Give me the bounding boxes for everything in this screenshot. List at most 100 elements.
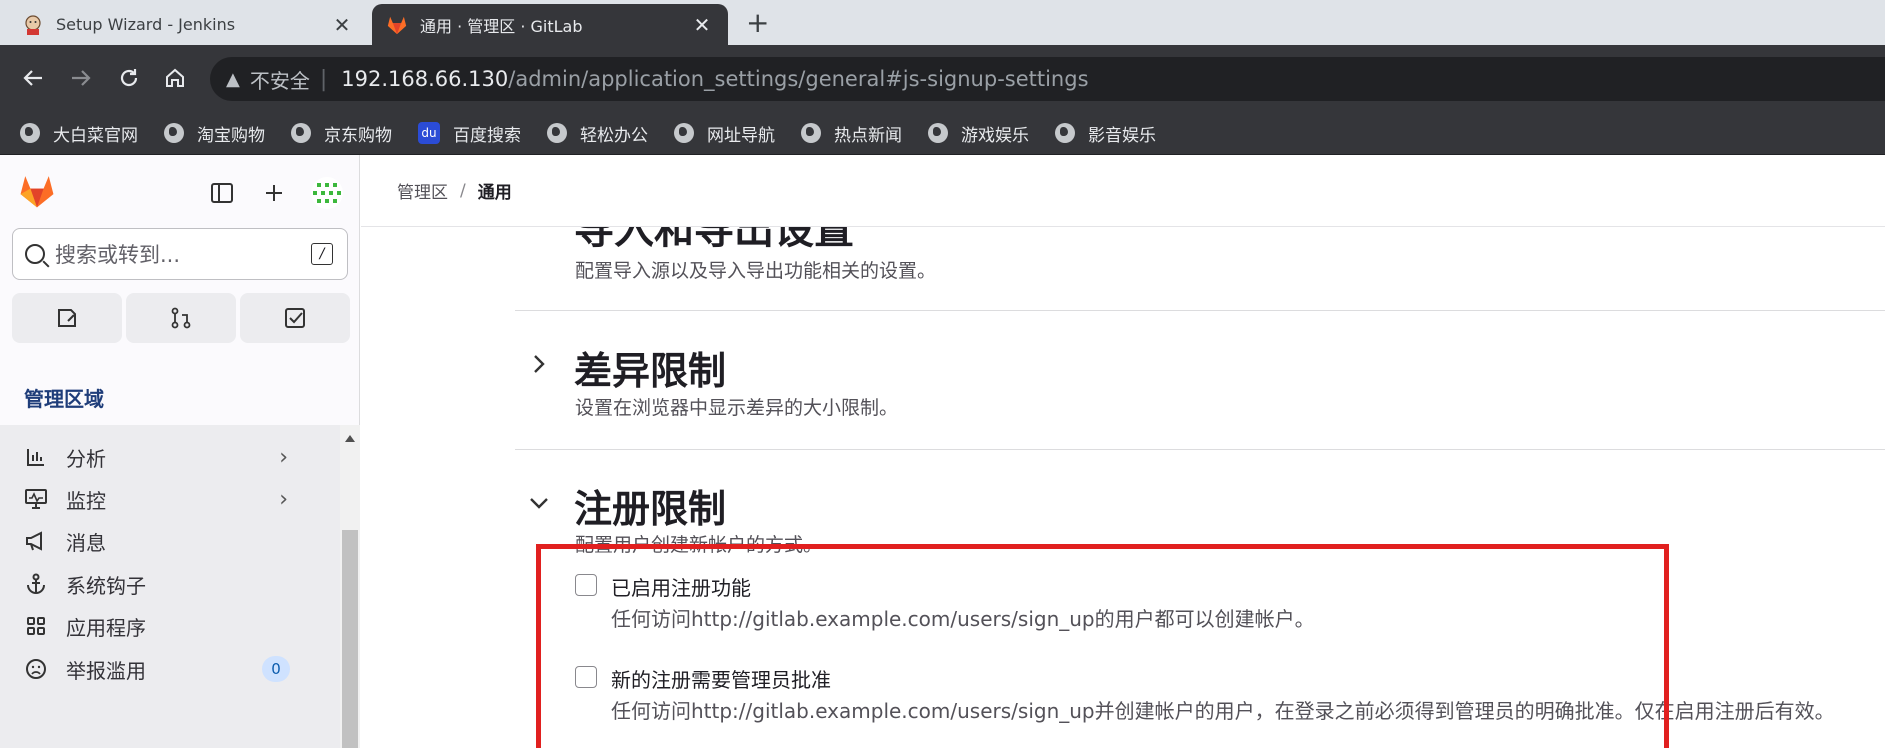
back-icon[interactable]: [18, 61, 48, 95]
admin-approval-label[interactable]: 新的注册需要管理员批准: [611, 664, 831, 693]
bookmark-label: 影音娱乐: [1088, 125, 1156, 146]
sidebar-item-label: 消息: [66, 530, 106, 555]
home-icon[interactable]: [160, 61, 190, 95]
issues-button[interactable]: [12, 293, 122, 343]
sidebar-item-analytics[interactable]: 分析 ›: [0, 433, 340, 481]
chevron-right-icon: ›: [279, 486, 288, 512]
sidebar-item-applications[interactable]: 应用程序: [0, 602, 340, 650]
bookmark-item[interactable]: 网址导航: [674, 121, 775, 146]
bookmark-label: 大白菜官网: [53, 125, 138, 146]
sad-face-icon: [24, 657, 48, 681]
globe-icon: [1055, 123, 1075, 143]
warning-icon: ▲: [226, 68, 240, 90]
bookmark-label: 百度搜索: [453, 125, 521, 146]
monitor-icon: [24, 487, 48, 511]
admin-approval-checkbox[interactable]: [575, 666, 597, 688]
search-input[interactable]: 搜索或转到... /: [12, 228, 348, 280]
diff-limits-description: 设置在浏览器中显示差异的大小限制。: [575, 397, 899, 419]
scroll-up-arrow-icon[interactable]: [345, 435, 355, 442]
bookmark-label: 热点新闻: [834, 125, 902, 146]
sidebar-item-messages[interactable]: 消息: [0, 517, 340, 565]
bookmark-label: 游戏娱乐: [961, 125, 1029, 146]
signup-enabled-label[interactable]: 已启用注册功能: [611, 572, 751, 601]
jenkins-icon: [22, 14, 44, 36]
chevron-right-icon: ›: [279, 444, 288, 470]
breadcrumb-admin-link[interactable]: 管理区: [397, 178, 448, 203]
new-tab-button[interactable]: +: [746, 6, 769, 39]
todo-checkbox-icon: [285, 308, 305, 328]
reload-icon[interactable]: [114, 61, 144, 95]
chevron-right-icon[interactable]: [527, 352, 551, 376]
diff-limits-heading[interactable]: 差异限制: [574, 340, 726, 395]
url-path: /admin/application_settings/general#js-s…: [508, 67, 1089, 91]
url-separator: |: [319, 66, 328, 92]
settings-panel: 导入和导出设置 配置导入源以及导入导出功能相关的设置。 差异限制 设置在浏览器中…: [515, 227, 1885, 748]
bookmark-label: 轻松办公: [580, 125, 648, 146]
close-tab-icon[interactable]: ✕: [330, 13, 354, 37]
bookmark-item[interactable]: 热点新闻: [801, 121, 902, 146]
globe-icon: [674, 123, 694, 143]
bookmark-item[interactable]: du 百度搜索: [418, 121, 521, 146]
sidebar-item-label: 分析: [66, 446, 106, 471]
sidebar-item-label: 应用程序: [66, 615, 146, 640]
breadcrumb: 管理区 / 通用: [361, 155, 1885, 227]
todo-button[interactable]: [240, 293, 350, 343]
baidu-paw-icon: du: [418, 122, 440, 144]
anchor-icon: [24, 572, 48, 596]
globe-icon: [801, 123, 821, 143]
tab-gitlab[interactable]: 通用 · 管理区 · GitLab ✕: [372, 4, 728, 45]
gitlab-logo-icon[interactable]: [18, 173, 56, 209]
sidebar-nav-list: 分析 › 监控 › 消息 系统钩子 应用程序 举报滥用 0: [0, 425, 340, 748]
section-divider: [515, 310, 1885, 311]
chevron-down-icon[interactable]: [527, 491, 551, 515]
bookmark-label: 网址导航: [707, 125, 775, 146]
bookmark-item[interactable]: 淘宝购物: [164, 121, 265, 146]
megaphone-icon: [24, 529, 48, 553]
sidebar-item-label: 举报滥用: [66, 658, 146, 683]
sidebar-header: [0, 155, 360, 215]
bookmark-item[interactable]: 大白菜官网: [20, 121, 138, 146]
url-host: 192.168.66.130: [341, 67, 509, 91]
scrollbar-thumb[interactable]: [342, 530, 358, 748]
signup-enabled-checkbox-row[interactable]: 已启用注册功能: [575, 572, 751, 601]
grid-icon: [24, 614, 48, 638]
globe-icon: [291, 123, 311, 143]
import-export-description: 配置导入源以及导入导出功能相关的设置。: [575, 260, 937, 282]
bookmark-item[interactable]: 京东购物: [291, 121, 392, 146]
sidebar-item-label: 系统钩子: [66, 573, 146, 598]
breadcrumb-separator: /: [460, 180, 466, 201]
bookmark-item[interactable]: 轻松办公: [547, 121, 648, 146]
plus-icon[interactable]: [260, 179, 288, 207]
bookmark-item[interactable]: 游戏娱乐: [928, 121, 1029, 146]
avatar[interactable]: [310, 176, 344, 210]
signup-restrictions-description: 配置用户创建新帐户的方式。: [575, 534, 823, 556]
tab-title: Setup Wizard - Jenkins: [56, 15, 236, 34]
issues-icon: [58, 309, 76, 327]
globe-icon: [928, 123, 948, 143]
sidebar-item-abuse-reports[interactable]: 举报滥用 0: [0, 645, 340, 693]
bookmark-label: 京东购物: [324, 125, 392, 146]
tab-jenkins[interactable]: Setup Wizard - Jenkins ✕: [8, 4, 368, 45]
sidebar-toggle-icon[interactable]: [208, 179, 236, 207]
url-field[interactable]: ▲ 不安全 | 192.168.66.130 /admin/applicatio…: [210, 57, 1885, 101]
merge-requests-button[interactable]: [126, 293, 236, 343]
globe-icon: [164, 123, 184, 143]
security-label: 不安全: [249, 68, 310, 93]
close-tab-icon[interactable]: ✕: [690, 13, 714, 37]
bookmarks-bar: 大白菜官网 淘宝购物 京东购物 du 百度搜索 轻松办公 网址导航 热点新闻 游戏…: [0, 112, 1885, 155]
import-export-heading: 导入和导出设置: [574, 227, 854, 253]
breadcrumb-current: 通用: [477, 183, 512, 203]
globe-icon: [20, 123, 40, 143]
signup-enabled-checkbox[interactable]: [575, 574, 597, 596]
browser-tab-strip: Setup Wizard - Jenkins ✕ 通用 · 管理区 · GitL…: [0, 0, 1885, 45]
sidebar: 搜索或转到... / 管理区域 分析 › 监控 › 消息 系统钩子 应用程序 举…: [0, 155, 360, 748]
signup-restrictions-heading[interactable]: 注册限制: [574, 478, 726, 533]
bookmark-item[interactable]: 影音娱乐: [1055, 121, 1156, 146]
admin-approval-checkbox-row[interactable]: 新的注册需要管理员批准: [575, 664, 831, 693]
sidebar-item-system-hooks[interactable]: 系统钩子: [0, 560, 340, 608]
address-bar: ▲ 不安全 | 192.168.66.130 /admin/applicatio…: [0, 45, 1885, 112]
merge-request-icon: [171, 307, 191, 329]
chart-icon: [24, 445, 48, 469]
sidebar-item-monitoring[interactable]: 监控 ›: [0, 475, 340, 523]
forward-icon[interactable]: [66, 61, 96, 95]
